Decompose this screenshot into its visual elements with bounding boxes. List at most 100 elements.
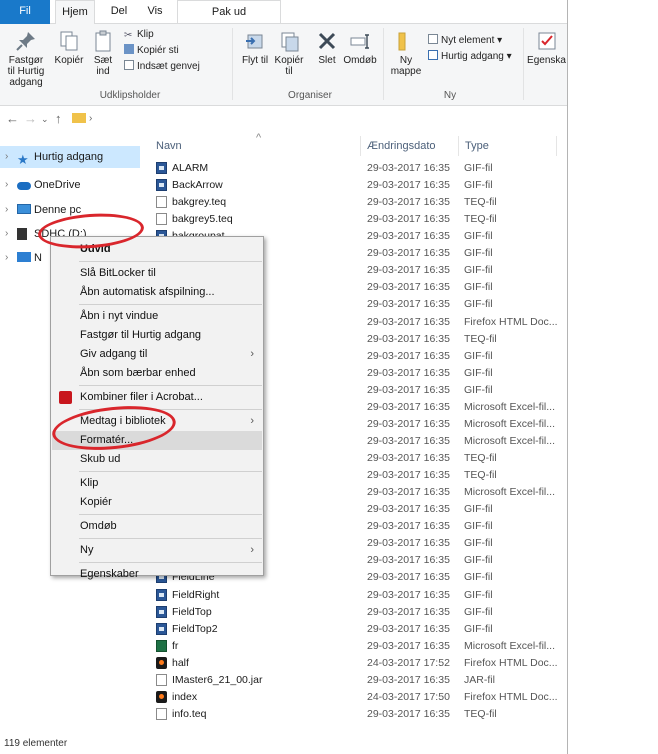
back-arrow-icon[interactable]: ← <box>6 111 19 126</box>
easy-access-button[interactable]: Hurtig adgang ▾ <box>428 50 512 64</box>
group-clipboard-label: Udklipsholder <box>99 90 161 101</box>
details-pane <box>567 0 658 754</box>
recent-dropdown-icon[interactable]: ⌄ <box>41 114 49 125</box>
file-name: FieldTop2 <box>172 622 218 635</box>
file-date: 24-03-2017 17:52 <box>367 656 450 669</box>
new-folder-button[interactable]: Ny mappe <box>388 30 424 77</box>
rename-icon <box>350 34 369 49</box>
copy-button[interactable]: Kopiér <box>50 30 88 66</box>
context-menu: Udvid Slå BitLocker til Åbn automatisk afs… <box>50 236 264 580</box>
tab-share[interactable]: Del <box>100 0 138 24</box>
up-arrow-icon[interactable]: ↑ <box>55 111 62 126</box>
move-folder-icon <box>246 34 263 49</box>
file-type: GIF-fil <box>464 349 493 362</box>
menu-item-egenskaber[interactable]: Egenskaber <box>52 565 262 584</box>
menu-separator <box>79 538 262 539</box>
menu-item-skub-ud[interactable]: Skub ud <box>52 450 262 469</box>
address-bar: ← → ⌄ ↑ › <box>0 106 567 130</box>
menu-item-ny[interactable]: Ny › <box>52 541 262 560</box>
pin-quick-access-button[interactable]: Fastgør til Hurtig adgang <box>4 30 48 88</box>
file-date: 29-03-2017 16:35 <box>367 554 450 567</box>
move-to-button[interactable]: Flyt til <box>238 30 272 66</box>
menu-item-sla-bitlocker-til[interactable]: Slå BitLocker til <box>52 264 262 283</box>
forward-arrow-icon[interactable]: → <box>24 111 37 126</box>
file-row[interactable]: half 24-03-2017 17:52 Firefox HTML Doc... <box>152 655 567 672</box>
menu-item-omd-b[interactable]: Omdøb <box>52 517 262 536</box>
column-divider[interactable] <box>556 136 557 156</box>
file-row[interactable]: ALARM 29-03-2017 16:35 GIF-fil <box>152 160 567 177</box>
chevron-right-icon[interactable]: › <box>5 247 8 269</box>
file-row[interactable]: FieldTop2 29-03-2017 16:35 GIF-fil <box>152 621 567 638</box>
column-divider[interactable] <box>360 136 361 156</box>
menu-item-kopie-r[interactable]: Kopiér <box>52 493 262 512</box>
menu-item-a-bn-automatisk-afspilning[interactable]: Åbn automatisk afspilning... <box>52 283 262 302</box>
chevron-right-icon[interactable]: › <box>5 146 8 168</box>
menu-item-klip[interactable]: Klip <box>52 474 262 493</box>
file-type: GIF-fil <box>464 162 493 174</box>
copy-path-button[interactable]: Kopiér sti <box>124 44 179 58</box>
tab-view[interactable]: Vis <box>140 0 170 24</box>
file-row[interactable]: index 24-03-2017 17:50 Firefox HTML Doc... <box>152 689 567 706</box>
file-type: GIF-fil <box>464 503 493 516</box>
menu-separator <box>79 409 262 410</box>
file-type: Firefox HTML Doc... <box>464 690 558 703</box>
nav-item-onedrive[interactable]: › OneDrive <box>0 174 140 196</box>
delete-x-icon <box>318 32 336 50</box>
column-type[interactable]: Type <box>465 136 489 156</box>
menu-separator <box>79 562 262 563</box>
menu-separator <box>79 471 262 472</box>
rename-button[interactable]: Omdøb <box>343 30 377 66</box>
column-name[interactable]: Navn <box>156 136 182 156</box>
file-row[interactable]: FieldTop 29-03-2017 16:35 GIF-fil <box>152 604 567 621</box>
file-type: GIF-fil <box>464 247 493 260</box>
breadcrumb-chevron-icon[interactable]: › <box>89 113 92 124</box>
file-row[interactable]: info.teq 29-03-2017 16:35 TEQ-fil <box>152 706 567 723</box>
new-item-button[interactable]: Nyt element ▾ <box>428 34 502 48</box>
file-row[interactable]: IMaster6_21_00.jar 29-03-2017 16:35 JAR-fi… <box>152 672 567 689</box>
chevron-right-icon[interactable]: › <box>5 199 8 221</box>
cloud-icon <box>17 182 31 190</box>
nav-item-quick-access[interactable]: › ★ Hurtig adgang <box>0 146 140 168</box>
file-row[interactable]: FieldRight 29-03-2017 16:35 GIF-fil <box>152 587 567 604</box>
file-row[interactable]: fr 29-03-2017 16:35 Microsoft Excel-fil... <box>152 638 567 655</box>
file-type: GIF-fil <box>464 537 493 550</box>
file-type: GIF-fil <box>464 605 493 618</box>
file-type: GIF-fil <box>464 281 493 294</box>
tab-home[interactable]: Hjem <box>55 0 95 25</box>
menu-item-a-bn-som-b-rbar-enhed[interactable]: Åbn som bærbar enhed <box>52 364 262 383</box>
chevron-right-icon[interactable]: › <box>5 174 8 196</box>
paste-shortcut-button[interactable]: Indsæt genvej <box>124 60 200 74</box>
file-date: 29-03-2017 16:35 <box>367 434 450 447</box>
file-row[interactable]: bakgrey.teq 29-03-2017 16:35 TEQ-fil <box>152 194 567 211</box>
menu-item-fastg-r-til-hurtig-adgang[interactable]: Fastgør til Hurtig adgang <box>52 326 262 345</box>
cut-button[interactable]: ✂ Klip <box>124 28 154 42</box>
menu-item-medtag-i-bibliotek[interactable]: Medtag i bibliotek › <box>52 412 262 431</box>
tab-extract[interactable]: Pak ud <box>177 0 281 24</box>
nav-item-this-pc[interactable]: › Denne pc <box>0 199 140 221</box>
file-type: Firefox HTML Doc... <box>464 315 558 328</box>
delete-button[interactable]: Slet <box>312 30 342 66</box>
column-date[interactable]: Ændringsdato <box>367 136 436 156</box>
file-row[interactable]: bakgrey5.teq 29-03-2017 16:35 TEQ-fil <box>152 211 567 228</box>
copy-to-button[interactable]: Kopiér til <box>272 30 306 77</box>
paste-button[interactable]: Sæt ind <box>88 30 118 77</box>
new-folder-label: Ny mappe <box>390 55 422 77</box>
properties-button[interactable]: Egenska <box>526 30 567 66</box>
menu-item-a-bn-i-nyt-vindue[interactable]: Åbn i nyt vindue <box>52 307 262 326</box>
file-name: fr <box>172 639 179 652</box>
file-type: GIF-fil <box>464 298 493 311</box>
file-date: 29-03-2017 16:35 <box>367 315 450 328</box>
menu-item-formate-r[interactable]: Formatér... <box>52 431 262 450</box>
file-type: GIF-fil <box>464 230 493 243</box>
menu-item-kombiner-filer-i-acrobat[interactable]: Kombiner filer i Acrobat... <box>52 388 262 407</box>
column-divider[interactable] <box>458 136 459 156</box>
menu-item-giv-adgang-til[interactable]: Giv adgang til › <box>52 345 262 364</box>
file-date: 29-03-2017 16:35 <box>367 332 450 345</box>
file-row[interactable]: BackArrow 29-03-2017 16:35 GIF-fil <box>152 177 567 194</box>
chevron-right-icon[interactable]: › <box>5 223 8 245</box>
tab-file[interactable]: Fil <box>0 0 50 24</box>
new-item-icon <box>428 34 438 44</box>
menu-item-udvid[interactable]: Udvid <box>52 240 262 259</box>
file-date: 29-03-2017 16:35 <box>367 247 450 260</box>
menu-item-label: Åbn i nyt vindue <box>80 310 159 322</box>
